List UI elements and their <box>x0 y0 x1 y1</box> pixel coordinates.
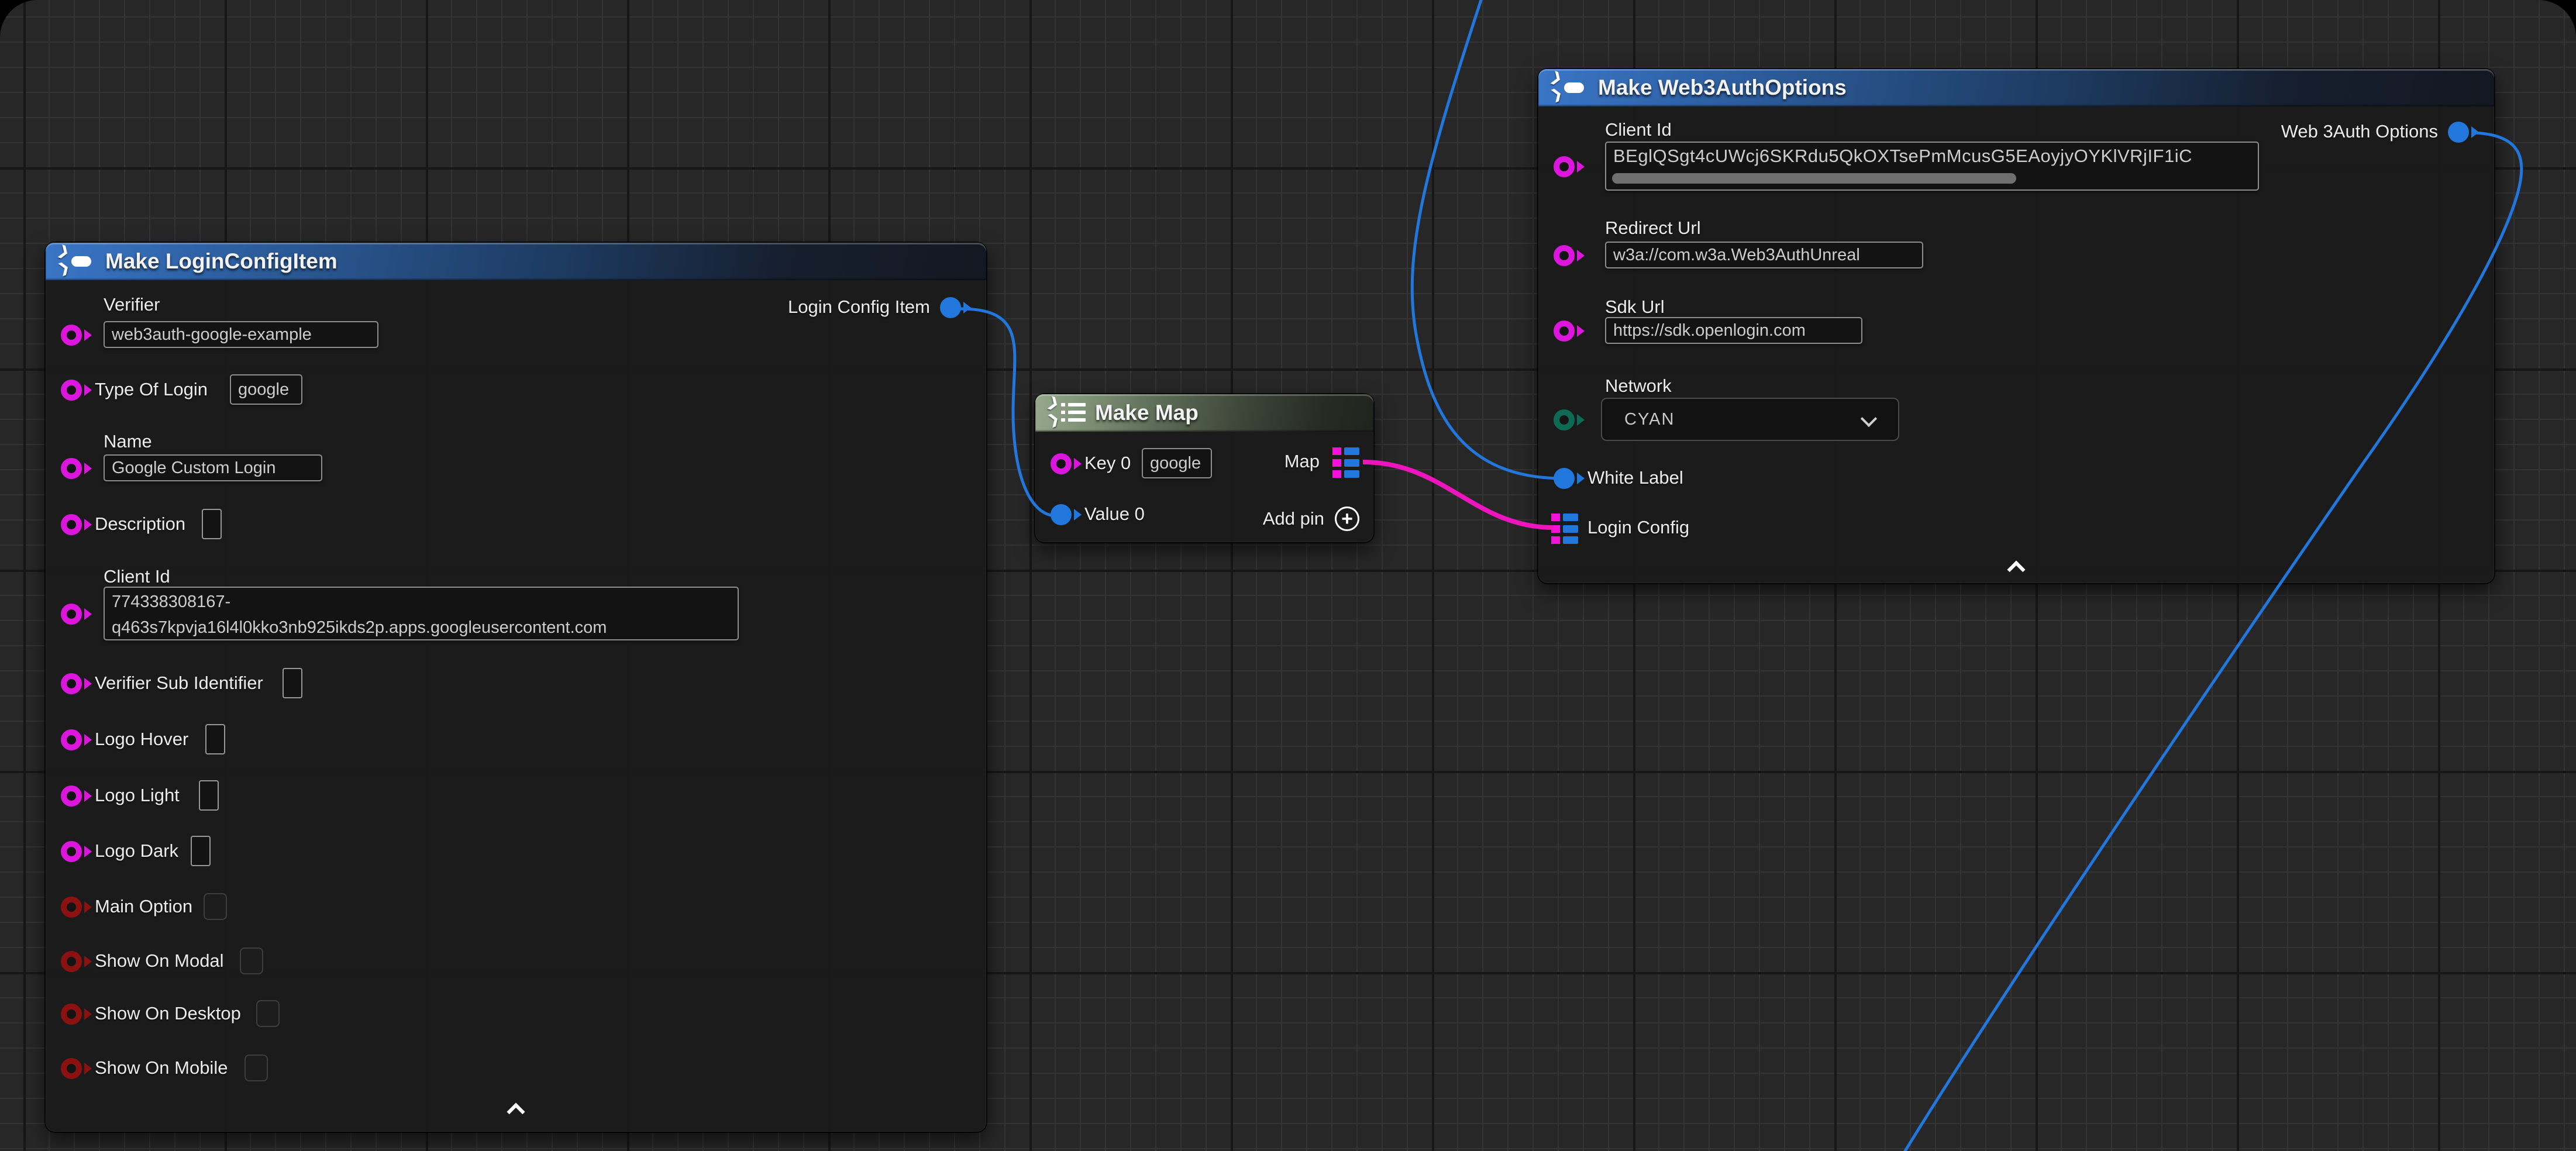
pin-show-on-mobile[interactable] <box>61 1058 92 1079</box>
list-glyph <box>1061 401 1087 425</box>
pin-redirect-url[interactable] <box>1554 245 1585 266</box>
field-verifier[interactable]: web3auth-google-example <box>104 321 378 348</box>
network-selected-value: CYAN <box>1624 410 1675 429</box>
node-header-make-map[interactable]: ❯ ❯ Make Map <box>1035 394 1373 432</box>
pin-label-show-on-desktop: Show On Desktop <box>95 1003 241 1024</box>
pin-key-0[interactable] <box>1051 453 1082 474</box>
field-logo-hover[interactable] <box>205 724 225 754</box>
pin-verifier-sub-identifier[interactable] <box>61 673 92 694</box>
node-make-web3authoptions[interactable]: ❯ ❯ Make Web3AuthOptions Client Id BEglQ… <box>1538 69 2494 583</box>
pin-sdk-url[interactable] <box>1554 321 1585 342</box>
pin-client-id[interactable] <box>61 604 92 625</box>
pin-white-label[interactable] <box>1554 468 1585 489</box>
pin-name[interactable] <box>61 458 92 479</box>
pin-label-logo-hover: Logo Hover <box>95 729 188 750</box>
field-client-id-line1: 774338308167- <box>112 589 731 615</box>
pin-label-show-on-modal: Show On Modal <box>95 950 224 971</box>
pin-show-on-modal[interactable] <box>61 951 92 972</box>
node-title: Make Map <box>1095 401 1199 425</box>
pin-label-login-config-item: Login Config Item <box>788 297 930 318</box>
chevron-glyph: ❯ <box>1046 395 1060 410</box>
field-redirect-url[interactable]: w3a://com.w3a.Web3AuthUnreal <box>1605 242 1923 268</box>
field-logo-light[interactable] <box>199 780 219 811</box>
blueprint-graph-canvas[interactable]: ❯ ❯ Make LoginConfigItem Verifier web3au… <box>0 0 2576 1151</box>
pin-label-verifier: Verifier <box>104 294 160 315</box>
pin-label-type-of-login: Type Of Login <box>95 379 208 400</box>
add-pin-label: Add pin <box>1263 508 1324 529</box>
pin-description[interactable] <box>61 514 92 535</box>
chevron-down-icon <box>1861 411 1877 427</box>
pin-type-of-login[interactable] <box>61 380 92 401</box>
checkbox-show-on-desktop[interactable] <box>256 1000 280 1027</box>
pin-label-network: Network <box>1605 375 1672 397</box>
pin-verifier[interactable] <box>61 325 92 346</box>
pin-logo-dark[interactable] <box>61 841 92 862</box>
pin-label-value-0: Value 0 <box>1084 504 1145 525</box>
collapse-chevron[interactable] <box>1999 556 2034 579</box>
pin-label-map-output: Map <box>1284 451 1320 472</box>
pin-show-on-desktop[interactable] <box>61 1004 92 1025</box>
pin-label-verifier-sub-identifier: Verifier Sub Identifier <box>95 673 263 694</box>
collapse-chevron[interactable] <box>498 1098 533 1121</box>
pin-web3auth-options-output[interactable] <box>2448 122 2479 143</box>
pin-label-login-config: Login Config <box>1587 517 1689 538</box>
pin-main-option[interactable] <box>61 897 92 918</box>
add-pin-button[interactable]: Add pin + <box>1263 506 1359 531</box>
pin-label-web3auth-options: Web 3Auth Options <box>2281 121 2438 142</box>
field-client-id[interactable]: 774338308167- q463s7kpvja16l4l0kko3nb925… <box>104 587 739 640</box>
chevron-glyph: ❯ <box>1549 87 1563 101</box>
struct-pill <box>71 256 91 267</box>
pin-client-id[interactable] <box>1554 156 1585 177</box>
pin-label-main-option: Main Option <box>95 896 192 917</box>
field-client-id[interactable]: BEglQSgt4cUWcj6SKRdu5QkOXTsePmMcusG5EAoy… <box>1605 142 2259 191</box>
pin-label-logo-light: Logo Light <box>95 785 180 806</box>
node-title: Make Web3AuthOptions <box>1598 75 1847 100</box>
chevron-glyph: ❯ <box>1549 70 1563 85</box>
network-dropdown[interactable]: CYAN <box>1601 398 1899 441</box>
checkbox-show-on-mobile[interactable] <box>244 1054 268 1081</box>
pin-label-logo-dark: Logo Dark <box>95 840 178 861</box>
chevron-glyph: ❯ <box>1046 412 1060 426</box>
pin-label-white-label: White Label <box>1587 467 1683 488</box>
field-logo-dark[interactable] <box>191 836 211 866</box>
field-sdk-url[interactable]: https://sdk.openlogin.com <box>1605 317 1862 344</box>
pin-network[interactable] <box>1554 409 1585 430</box>
make-map-icon: ❯ ❯ <box>1048 399 1086 426</box>
pin-label-name: Name <box>104 431 152 452</box>
node-make-loginconfigitem[interactable]: ❯ ❯ Make LoginConfigItem Verifier web3au… <box>46 243 986 1132</box>
pin-label-show-on-mobile: Show On Mobile <box>95 1057 228 1078</box>
field-description[interactable] <box>202 509 222 539</box>
pin-label-sdk-url: Sdk Url <box>1605 297 1665 318</box>
make-struct-icon: ❯ ❯ <box>1551 74 1589 101</box>
pin-login-config[interactable] <box>1551 514 1578 544</box>
pin-value-0[interactable] <box>1051 504 1082 525</box>
field-key-0[interactable]: google <box>1142 448 1212 478</box>
pin-map-output[interactable] <box>1332 447 1359 478</box>
node-header-make-web3authoptions[interactable]: ❯ ❯ Make Web3AuthOptions <box>1538 69 2494 106</box>
pin-label-client-id: Client Id <box>1605 119 1672 140</box>
field-hscrollbar[interactable] <box>1612 173 2016 184</box>
make-struct-icon: ❯ ❯ <box>58 248 96 275</box>
chevron-glyph: ❯ <box>57 260 71 275</box>
node-header-make-loginconfigitem[interactable]: ❯ ❯ Make LoginConfigItem <box>46 243 986 280</box>
node-title: Make LoginConfigItem <box>105 249 338 274</box>
struct-pill <box>1564 82 1584 93</box>
checkbox-show-on-modal[interactable] <box>240 947 263 974</box>
pin-label-client-id: Client Id <box>104 566 170 587</box>
checkbox-main-option[interactable] <box>204 893 227 920</box>
field-type-of-login[interactable]: google <box>230 374 302 405</box>
pin-login-config-item-output[interactable] <box>940 297 971 318</box>
add-pin-plus-icon: + <box>1335 506 1359 531</box>
pin-label-description: Description <box>95 514 185 535</box>
field-verifier-sub-identifier[interactable] <box>283 668 302 698</box>
pin-label-key-0: Key 0 <box>1084 453 1131 474</box>
field-client-id-line2: q463s7kpvja16l4l0kko3nb925ikds2p.apps.go… <box>112 615 731 640</box>
pin-logo-hover[interactable] <box>61 729 92 750</box>
node-make-map[interactable]: ❯ ❯ Make Map Key 0 google Map Value 0 <box>1035 394 1373 542</box>
pin-logo-light[interactable] <box>61 785 92 807</box>
field-name[interactable]: Google Custom Login <box>104 454 322 481</box>
field-client-id-text: BEglQSgt4cUWcj6SKRdu5QkOXTsePmMcusG5EAoy… <box>1613 146 2192 166</box>
pin-label-redirect-url: Redirect Url <box>1605 218 1701 239</box>
chevron-glyph: ❯ <box>57 244 71 259</box>
